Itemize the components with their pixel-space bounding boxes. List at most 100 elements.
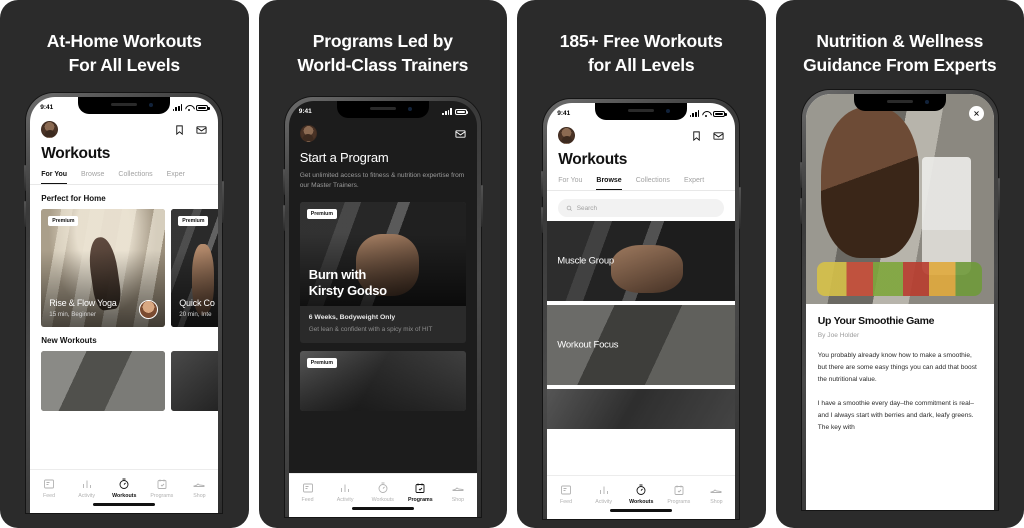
calendar-icon: [660, 483, 698, 496]
tabbar-item-activity[interactable]: Activity: [326, 481, 364, 503]
stopwatch-icon: [622, 483, 660, 496]
panel-heading-line1: Nutrition & Wellness: [816, 31, 984, 51]
tabbar-item-activity[interactable]: Activity: [68, 477, 106, 499]
search-input[interactable]: Search: [558, 199, 725, 217]
cellular-signal-icon: [689, 110, 700, 117]
program-note: Get lean & confident with a spicy mix of…: [308, 326, 433, 334]
tabbar-label: Workouts: [371, 497, 394, 503]
panel-heading-line2: For All Levels: [68, 54, 181, 75]
tab-list: For You Browse Collections Expert: [547, 177, 736, 191]
mail-icon[interactable]: [455, 128, 466, 140]
tabbar-item-shop[interactable]: Shop: [181, 477, 219, 499]
mail-icon[interactable]: [196, 124, 207, 136]
avatar[interactable]: [41, 121, 59, 138]
status-time: 9:41: [557, 110, 571, 117]
tabbar-item-shop[interactable]: Shop: [698, 483, 736, 505]
search-icon: [567, 205, 573, 211]
shoe-icon: [698, 483, 736, 496]
tabbar-label: Workouts: [112, 493, 137, 499]
tabbar-item-programs[interactable]: Programs: [143, 477, 181, 499]
battery-icon: [713, 110, 727, 117]
program-card[interactable]: Premium Burn with Kirsty Godso 6 Weeks, …: [299, 202, 466, 344]
program-subtitle: 6 Weeks, Bodyweight Only: [308, 314, 396, 322]
phone-device: Up Your Smoothie Game By Joe Holder You …: [799, 90, 1000, 510]
tab-collections[interactable]: Collections: [636, 177, 670, 190]
tab-browse[interactable]: Browse: [81, 171, 104, 184]
tab-collections[interactable]: Collections: [118, 171, 152, 184]
panel-heading-line2: for All Levels: [588, 54, 695, 75]
tab-list: For You Browse Collections Exper: [30, 171, 219, 185]
workout-card[interactable]: [171, 351, 219, 411]
card-gradient: [547, 389, 736, 429]
phone-screen: 9:41 Start a Program Get unlimited acces…: [288, 101, 477, 517]
panel-programs-led-by-trainers: Programs Led by World-Class Trainers 9:4…: [258, 0, 507, 528]
workout-meta: 20 min, Inte: [179, 311, 212, 318]
speaker-slot: [369, 107, 396, 110]
new-workout-card-row[interactable]: [30, 351, 219, 411]
tab-for-you[interactable]: For You: [41, 171, 68, 184]
app-header: Workouts: [547, 121, 735, 169]
avatar[interactable]: [558, 127, 576, 144]
tabbar-item-feed[interactable]: Feed: [547, 483, 585, 505]
article-title: Up Your Smoothie Game: [817, 315, 935, 327]
shoe-icon: [439, 481, 477, 494]
power-button[interactable]: [222, 181, 225, 223]
workout-card[interactable]: Premium Quick Co 20 min, Inte: [171, 209, 219, 327]
avatar[interactable]: [299, 125, 317, 142]
power-button[interactable]: [997, 178, 1000, 220]
workout-card[interactable]: [41, 351, 166, 411]
tabbar-label: Feed: [560, 499, 573, 505]
tabbar-item-feed[interactable]: Feed: [289, 481, 327, 503]
premium-badge: Premium: [48, 216, 79, 226]
phone-screen: Up Your Smoothie Game By Joe Holder You …: [805, 94, 994, 510]
category-card[interactable]: Workout Focus: [547, 305, 736, 385]
feed-icon: [289, 481, 327, 494]
tabbar-item-programs[interactable]: Programs: [402, 481, 440, 503]
program-card[interactable]: Premium: [299, 351, 466, 412]
tabbar-label: Activity: [336, 497, 354, 503]
feed-icon: [30, 477, 68, 490]
panel-heading: 185+ Free Workouts for All Levels: [517, 0, 766, 77]
tab-expert[interactable]: Exper: [167, 171, 185, 184]
tabbar-label: Shop: [193, 493, 206, 499]
tabbar-item-workouts[interactable]: Workouts: [622, 483, 660, 505]
tab-for-you[interactable]: For You: [558, 177, 582, 190]
tabbar-label: Feed: [301, 497, 314, 503]
phone-screen: 9:41 Workouts For You Browse Collections…: [30, 97, 219, 513]
close-button[interactable]: [968, 106, 984, 121]
workout-card[interactable]: Premium Rise & Flow Yoga 15 min, Beginne…: [41, 209, 166, 327]
front-camera: [924, 100, 929, 104]
tabbar-item-shop[interactable]: Shop: [439, 481, 477, 503]
bottom-tab-bar: Feed Activity Workouts Programs Shop: [288, 473, 477, 517]
power-button[interactable]: [480, 185, 483, 227]
category-card[interactable]: Muscle Group: [547, 221, 736, 301]
hero-produce: [817, 262, 983, 296]
panel-heading-line2: Guidance From Experts: [803, 54, 997, 75]
power-button[interactable]: [739, 187, 742, 229]
home-indicator: [93, 503, 156, 506]
tabbar-item-programs[interactable]: Programs: [660, 483, 698, 505]
program-title-line1: Burn with: [308, 267, 367, 283]
battery-icon: [454, 108, 469, 115]
panel-at-home-workouts: At-Home Workouts For All Levels 9:41 Wor…: [0, 0, 249, 528]
tabbar-item-activity[interactable]: Activity: [585, 483, 623, 505]
panel-heading-line1: At-Home Workouts: [46, 31, 202, 51]
hero-subject: [820, 106, 919, 258]
tab-expert[interactable]: Expert: [684, 177, 704, 190]
category-card[interactable]: [547, 389, 736, 429]
premium-badge: Premium: [306, 209, 337, 220]
phone-device: 9:41 Workouts For You Browse Collections…: [541, 99, 742, 519]
tab-browse[interactable]: Browse: [596, 177, 622, 190]
shoe-icon: [181, 477, 219, 490]
tabbar-label: Shop: [451, 497, 465, 503]
bookmark-icon[interactable]: [691, 130, 702, 142]
tabbar-item-feed[interactable]: Feed: [30, 477, 68, 499]
activity-icon: [326, 481, 364, 494]
bookmark-icon[interactable]: [174, 124, 185, 136]
status-time: 9:41: [40, 104, 54, 111]
tabbar-item-workouts[interactable]: Workouts: [364, 481, 402, 503]
mail-icon[interactable]: [713, 130, 724, 142]
tabbar-item-workouts[interactable]: Workouts: [105, 477, 143, 499]
workout-card-row[interactable]: Premium Rise & Flow Yoga 15 min, Beginne…: [30, 209, 219, 327]
premium-badge: Premium: [306, 358, 337, 369]
